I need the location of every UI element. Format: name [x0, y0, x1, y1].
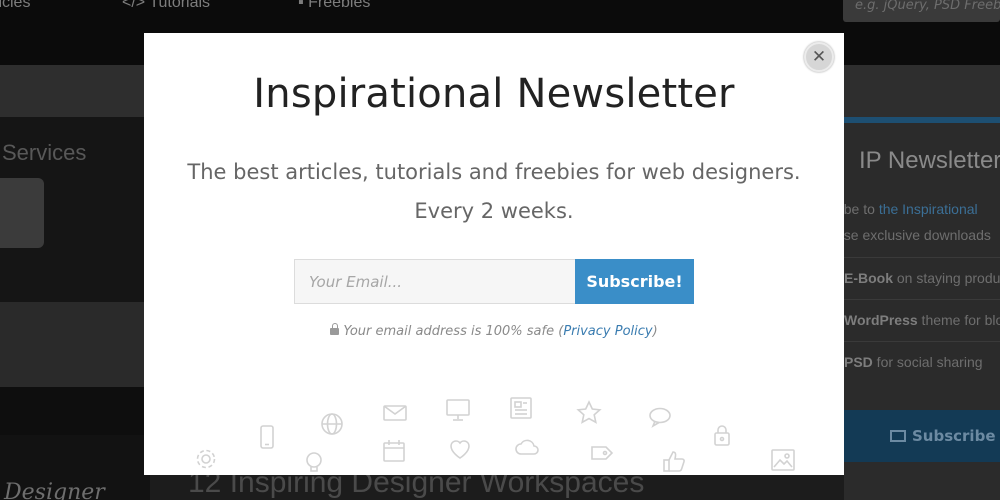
envelope-icon	[381, 399, 409, 427]
globe-icon	[318, 410, 346, 438]
modal-subtitle: The best articles, tutorials and freebie…	[144, 153, 844, 231]
background-newsletter-sidebar: IP Newsletter ribe to the Inspirational …	[844, 117, 1000, 500]
bg-sidebar-title: IP Newsletter	[859, 147, 1000, 174]
bg-sidebar-line1: ribe to the Inspirational	[844, 201, 978, 217]
bg-sidebar-item1: E-Book on staying productive	[844, 270, 1000, 286]
email-input[interactable]	[294, 259, 576, 304]
cloud-icon	[513, 433, 541, 461]
lightbulb-icon	[300, 449, 328, 475]
privacy-note: Your email address is 100% safe (Privacy…	[144, 323, 844, 339]
subscribe-button[interactable]: Subscribe!	[575, 259, 694, 304]
bg-nav-articles: Articles	[0, 0, 31, 11]
image-icon	[769, 446, 797, 474]
thumbs-up-icon	[660, 447, 688, 475]
newsletter-modal: Inspirational Newsletter The best articl…	[144, 33, 844, 475]
calendar-icon	[380, 437, 408, 465]
lock-icon	[330, 323, 340, 335]
bg-nav-tutorials: </> Tutorials	[122, 0, 211, 11]
star-icon	[575, 399, 603, 427]
modal-subtitle-line1: The best articles, tutorials and freebie…	[187, 160, 801, 184]
close-modal-button[interactable]: ✕	[804, 42, 834, 72]
bg-script-text: Designer	[4, 480, 105, 500]
tag-icon	[588, 439, 616, 467]
gear-icon	[192, 445, 220, 473]
bg-sidebar-line2: ese exclusive downloads	[844, 227, 991, 243]
modal-subtitle-line2: Every 2 weeks.	[414, 199, 574, 223]
bg-sidebar-item3: PSD for social sharing	[844, 354, 983, 370]
heart-icon	[446, 435, 474, 463]
background-left-lower	[0, 302, 144, 387]
modal-title: Inspirational Newsletter	[253, 71, 735, 117]
bg-sidebar-item2: WordPress theme for bloggers	[844, 312, 1000, 328]
envelope-icon	[890, 430, 906, 442]
newspaper-icon	[507, 394, 535, 422]
padlock-icon	[708, 421, 736, 449]
bg-folder-graphic	[0, 178, 44, 248]
privacy-policy-link[interactable]: Privacy Policy	[563, 324, 652, 339]
mobile-icon	[253, 423, 281, 451]
bg-services-heading: Services	[2, 140, 87, 165]
bg-nav-freebies: ▪ Freebies	[298, 0, 371, 11]
bg-subscribe-now-button: Subscribe Now	[844, 410, 1000, 462]
speech-bubble-icon	[646, 403, 674, 431]
monitor-icon	[444, 396, 472, 424]
close-icon: ✕	[811, 47, 827, 67]
bg-search-input: e.g. jQuery, PSD Freebie	[843, 0, 1000, 22]
